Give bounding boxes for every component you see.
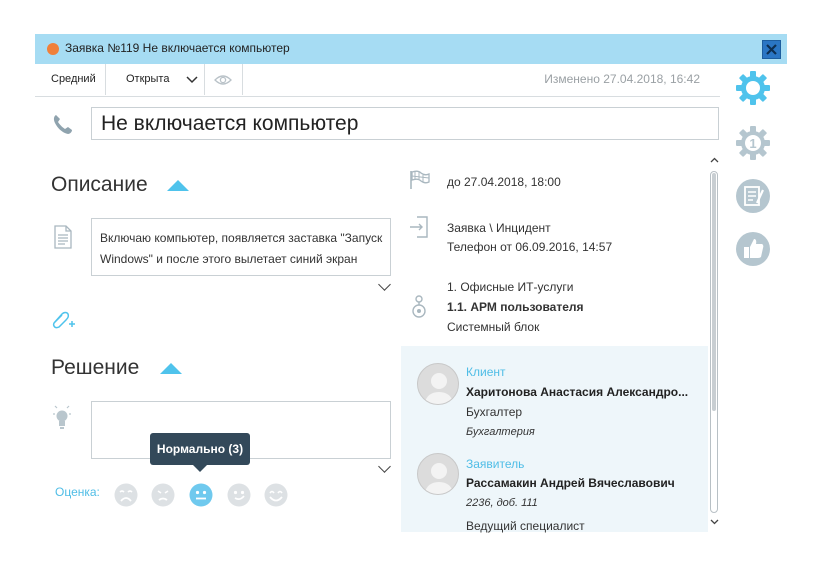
contact-department-client: Бухгалтерия	[466, 426, 535, 438]
scroll-down-icon[interactable]	[709, 517, 720, 526]
solution-heading: Решение	[51, 356, 140, 379]
contact-role-client[interactable]: Клиент	[466, 365, 506, 379]
request-type-text: Заявка \ Инцидент	[447, 221, 551, 235]
eye-icon	[214, 75, 232, 85]
toolbar: Средний Открыта Изменено 27.04.2018, 16:…	[35, 64, 720, 97]
lightbulb-icon	[53, 405, 71, 429]
service-tree-icon	[412, 295, 426, 318]
notes-icon[interactable]	[735, 178, 771, 214]
rating-face-2-icon[interactable]	[151, 483, 175, 507]
scrollbar-track[interactable]	[710, 171, 718, 513]
expand-description-chevron[interactable]	[378, 278, 391, 291]
request-source-text: Телефон от 06.09.2016, 14:57	[447, 240, 613, 254]
object-text: Системный блок	[447, 320, 540, 334]
contact-position-client: Бухгалтер	[466, 405, 523, 419]
scroll-up-icon[interactable]	[709, 156, 720, 165]
avatar	[417, 453, 459, 495]
rating-face-5-icon[interactable]	[264, 483, 288, 507]
rating-label: Оценка:	[55, 485, 100, 499]
collapse-description-toggle[interactable]	[167, 180, 189, 191]
person-silhouette-icon	[424, 373, 454, 404]
service-text: 1.1. АРМ пользователя	[447, 300, 584, 314]
description-text: Включаю компьютер, появляется заставка "…	[100, 231, 383, 266]
status-dropdown-button[interactable]	[185, 64, 199, 95]
settings-gear-icon[interactable]	[735, 70, 771, 106]
attach-file-icon[interactable]	[50, 309, 76, 329]
title-bar: Заявка №119 Не включается компьютер	[35, 34, 787, 64]
tasks-badge: 1	[749, 136, 756, 151]
rating-face-3-icon[interactable]	[189, 483, 213, 507]
deadline-flag-icon	[410, 170, 430, 189]
avatar	[417, 363, 459, 405]
tasks-gear-icon[interactable]: 1	[735, 125, 771, 161]
description-heading: Описание	[51, 173, 148, 196]
rating-tooltip: Нормально (3)	[150, 433, 250, 465]
thumbs-up-icon[interactable]	[735, 231, 771, 267]
status-dot-icon	[47, 43, 59, 55]
close-icon	[766, 44, 777, 55]
status-label[interactable]: Открыта	[126, 64, 169, 95]
tooltip-arrow	[193, 465, 207, 472]
contact-name-applicant[interactable]: Рассамакин Андрей Вячеславович	[466, 476, 675, 490]
phone-icon	[53, 115, 72, 134]
source-login-icon	[410, 216, 428, 238]
contact-phone-applicant: 2236, доб. 111	[466, 497, 538, 509]
subject-text: Не включается компьютер	[101, 112, 359, 135]
description-field[interactable]: Включаю компьютер, появляется заставка "…	[91, 218, 391, 276]
contact-position-applicant: Ведущий специалист	[466, 519, 585, 533]
window-title: Заявка №119 Не включается компьютер	[65, 41, 290, 55]
scrollbar-thumb[interactable]	[712, 173, 716, 411]
modified-timestamp: Изменено 27.04.2018, 16:42	[544, 72, 700, 86]
expand-solution-chevron[interactable]	[378, 460, 391, 473]
close-button[interactable]	[762, 40, 781, 59]
collapse-solution-toggle[interactable]	[160, 363, 182, 374]
rating-face-1-icon[interactable]	[114, 483, 138, 507]
subject-field[interactable]: Не включается компьютер	[91, 107, 719, 140]
contact-role-applicant[interactable]: Заявитель	[466, 457, 524, 471]
rating-face-4-icon[interactable]	[227, 483, 251, 507]
watch-button[interactable]	[213, 64, 233, 95]
contacts-panel: Клиент Харитонова Анастасия Александро..…	[401, 346, 708, 533]
document-icon	[54, 225, 72, 249]
chevron-down-icon	[186, 76, 198, 84]
contact-name-client[interactable]: Харитонова Анастасия Александро...	[466, 385, 688, 399]
service-group-text: 1. Офисные ИТ-услуги	[447, 280, 574, 294]
person-silhouette-icon	[424, 463, 454, 494]
priority-selector[interactable]: Средний	[51, 64, 96, 95]
deadline-text: до 27.04.2018, 18:00	[447, 175, 561, 189]
